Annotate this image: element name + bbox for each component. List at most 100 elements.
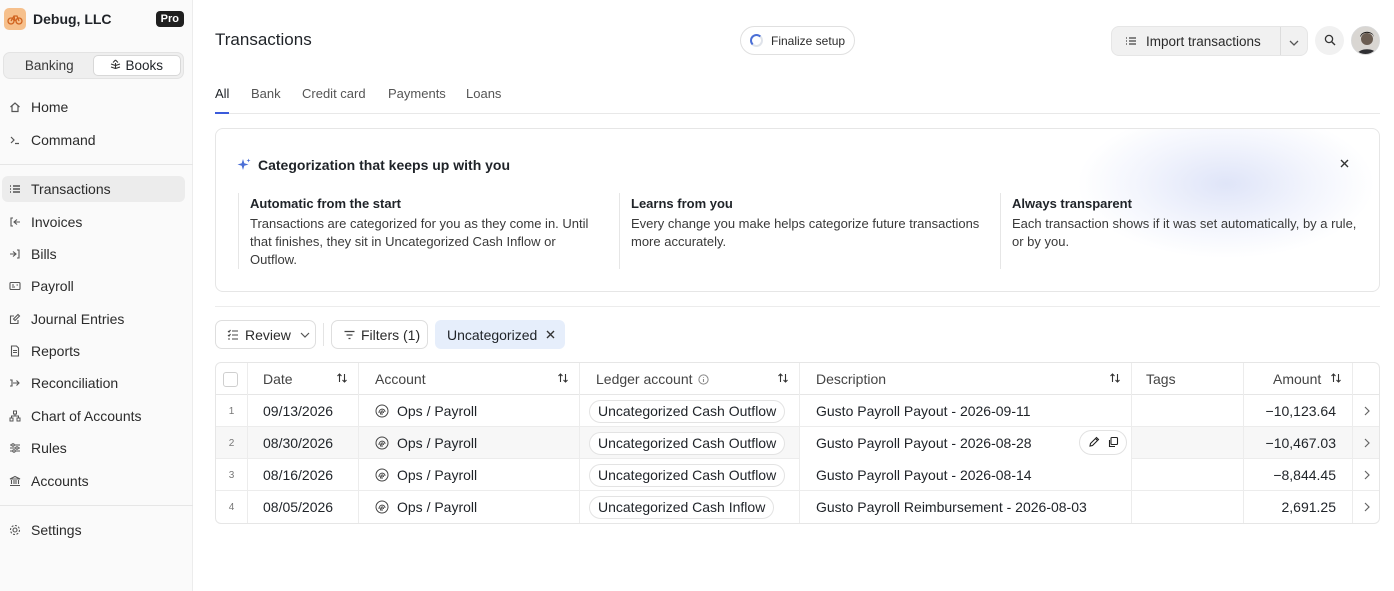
row-description: Gusto Payroll Reimbursement - 2026-08-03	[800, 491, 1132, 523]
row-date: 08/05/2026	[248, 491, 359, 523]
search-icon	[1324, 33, 1336, 49]
import-transactions-button[interactable]: Import transactions	[1112, 27, 1281, 55]
tab-credit-card[interactable]: Credit card	[302, 86, 366, 114]
sidebar-item-invoices[interactable]: Invoices	[2, 209, 185, 235]
column-header-label: Account	[375, 371, 426, 387]
ledger-account-chip[interactable]: Uncategorized Cash Outflow	[589, 463, 786, 487]
column-header-date[interactable]: Date	[248, 363, 359, 395]
user-portrait-icon	[1352, 27, 1379, 54]
reconcile-icon	[9, 377, 21, 389]
fingerprint-icon	[375, 468, 389, 482]
column-header-description[interactable]: Description	[800, 363, 1132, 395]
sidebar-item-label: Payroll	[31, 278, 74, 294]
list-icon	[1125, 36, 1137, 46]
progress-spinner-icon	[750, 34, 763, 47]
close-info-card-button[interactable]	[1337, 156, 1351, 170]
column-header-account[interactable]: Account	[359, 363, 580, 395]
review-label: Review	[245, 326, 291, 343]
home-icon	[9, 101, 21, 113]
org-logo-icon	[4, 8, 26, 30]
finalize-setup-button[interactable]: Finalize setup	[740, 26, 855, 55]
sidebar-item-settings[interactable]: Settings	[2, 517, 185, 543]
column-header-label: Amount	[1273, 371, 1322, 387]
chevron-right-icon	[1364, 499, 1370, 515]
sidebar-item-bills[interactable]: Bills	[2, 241, 185, 267]
row-ledger: Uncategorized Cash Outflow	[580, 459, 800, 491]
column-header-ledger-account[interactable]: Ledger account	[580, 363, 800, 395]
table-header: Date Account Ledger account Description …	[216, 363, 1379, 395]
chevron-right-icon	[1364, 435, 1370, 451]
sidebar-item-payroll[interactable]: Payroll	[2, 273, 185, 299]
tab-payments[interactable]: Payments	[388, 86, 446, 114]
info-icon[interactable]	[697, 373, 709, 385]
sort-icon[interactable]	[1330, 372, 1342, 384]
column-header-tags[interactable]: Tags	[1132, 363, 1244, 395]
invoice-icon	[9, 216, 21, 228]
row-tags[interactable]	[1132, 491, 1244, 523]
search-button[interactable]	[1315, 26, 1344, 55]
categorization-info-card: Categorization that keeps up with you Au…	[215, 128, 1380, 292]
table-row[interactable]: 3 08/16/2026 Ops / Payroll Uncategorized…	[216, 459, 1379, 491]
org-switcher[interactable]: Debug, LLC Pro	[4, 7, 184, 31]
edit-button[interactable]	[1088, 435, 1100, 451]
chevron-right-icon	[1364, 403, 1370, 419]
books-icon	[110, 59, 121, 72]
sort-icon[interactable]	[1109, 372, 1121, 384]
transactions-table: Date Account Ledger account Description …	[215, 362, 1380, 524]
row-ledger: Uncategorized Cash Outflow	[580, 427, 800, 459]
sidebar-item-transactions[interactable]: Transactions	[2, 176, 185, 202]
info-column-heading: Always transparent	[1012, 196, 1132, 211]
review-dropdown[interactable]: Review	[215, 320, 316, 349]
row-tags[interactable]	[1132, 459, 1244, 491]
sort-icon[interactable]	[336, 372, 348, 384]
remove-filter-button[interactable]	[546, 330, 555, 339]
sidebar-item-home[interactable]: Home	[2, 94, 185, 120]
sidebar-item-label: Rules	[31, 440, 67, 456]
filters-button[interactable]: Filters (1)	[331, 320, 428, 349]
tab-loans[interactable]: Loans	[466, 86, 501, 114]
row-amount: −10,467.03	[1244, 427, 1353, 459]
row-open-button[interactable]	[1353, 427, 1379, 459]
ledger-account-chip[interactable]: Uncategorized Cash Outflow	[589, 431, 786, 455]
tab-all[interactable]: All	[215, 86, 230, 114]
row-open-button[interactable]	[1353, 459, 1379, 491]
user-avatar[interactable]	[1351, 26, 1380, 55]
sidebar-item-accounts[interactable]: Accounts	[2, 468, 185, 494]
import-options-dropdown[interactable]	[1281, 33, 1307, 49]
row-amount: 2,691.25	[1244, 491, 1353, 523]
ledger-account-chip[interactable]: Uncategorized Cash Inflow	[589, 495, 775, 519]
sidebar-item-label: Reconciliation	[31, 375, 119, 391]
sidebar-item-rules[interactable]: Rules	[2, 435, 185, 461]
tab-bank[interactable]: Bank	[251, 86, 281, 114]
row-number: 1	[216, 395, 248, 427]
mode-books[interactable]: Books	[92, 55, 181, 76]
sidebar-item-reconciliation[interactable]: Reconciliation	[2, 370, 185, 396]
sort-icon[interactable]	[777, 372, 789, 384]
info-column: Always transparent Each transaction show…	[1000, 193, 1365, 269]
table-row[interactable]: 2 08/30/2026 Ops / Payroll Uncategorized…	[216, 427, 1379, 459]
row-open-button[interactable]	[1353, 395, 1379, 427]
row-tags[interactable]	[1132, 427, 1244, 459]
ledger-account-chip[interactable]: Uncategorized Cash Outflow	[589, 399, 786, 423]
sidebar-item-journal-entries[interactable]: Journal Entries	[2, 306, 185, 332]
chevron-right-icon	[1364, 467, 1370, 483]
select-all-checkbox[interactable]	[223, 371, 238, 387]
sort-icon[interactable]	[557, 372, 569, 384]
table-row[interactable]: 4 08/05/2026 Ops / Payroll Uncategorized…	[216, 491, 1379, 523]
column-header-amount[interactable]: Amount	[1244, 363, 1353, 395]
transaction-tabs: All Bank Credit card Payments Loans	[215, 86, 1380, 114]
info-column: Learns from you Every change you make he…	[619, 193, 984, 269]
sidebar-divider	[0, 505, 193, 506]
copy-icon	[1108, 436, 1118, 447]
close-icon	[546, 330, 555, 339]
table-row[interactable]: 1 09/13/2026 Ops / Payroll Uncategorized…	[216, 395, 1379, 427]
sidebar-item-chart-of-accounts[interactable]: Chart of Accounts	[2, 403, 185, 429]
import-button-group: Import transactions	[1111, 26, 1308, 56]
row-open-button[interactable]	[1353, 491, 1379, 523]
mode-banking-label: Banking	[24, 58, 74, 73]
sidebar-item-command[interactable]: Command	[2, 127, 185, 153]
sidebar-item-reports[interactable]: Reports	[2, 338, 185, 364]
row-tags[interactable]	[1132, 395, 1244, 427]
mode-banking[interactable]: Banking	[6, 55, 93, 76]
copy-button[interactable]	[1107, 435, 1119, 451]
